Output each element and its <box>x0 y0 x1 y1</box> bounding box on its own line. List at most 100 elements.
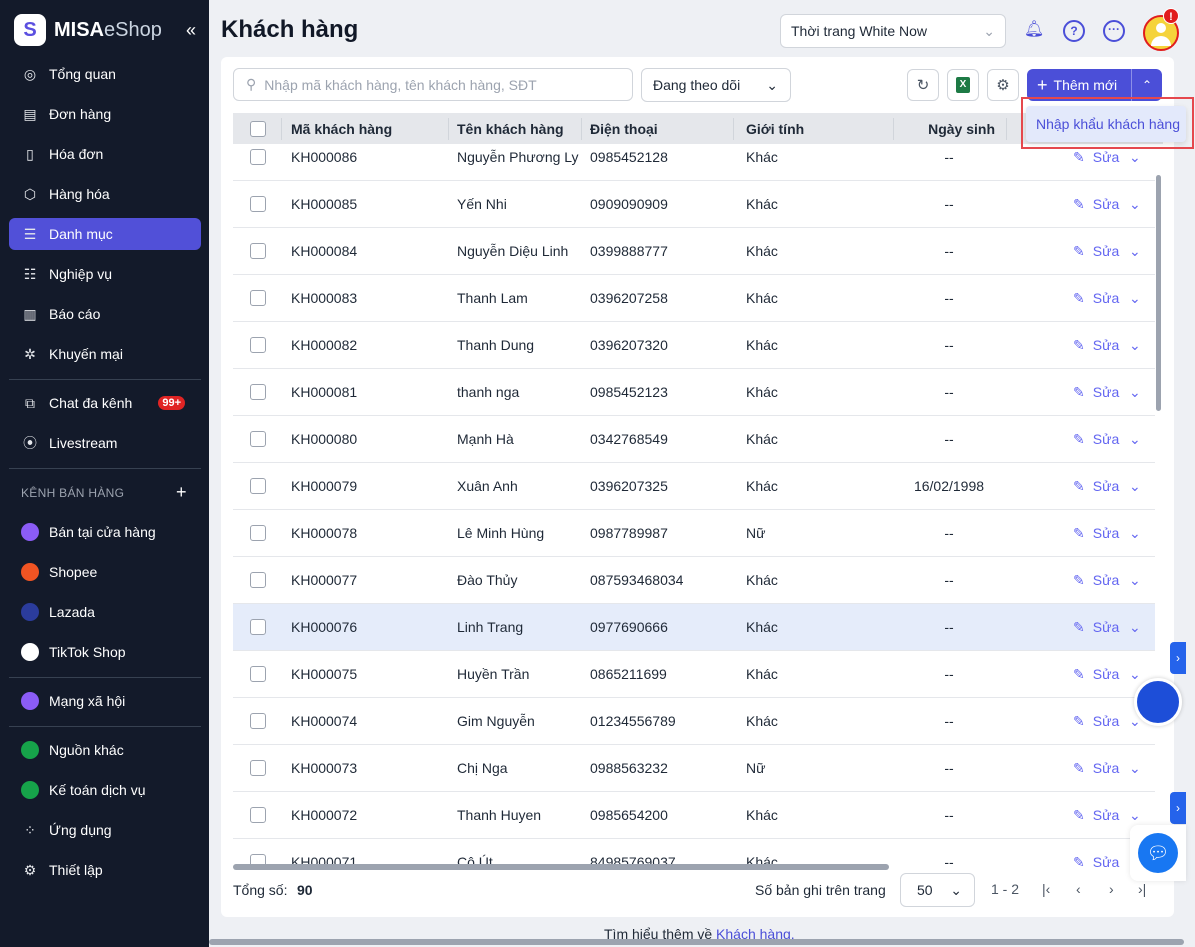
sidebar-item-chat[interactable]: ⧉ Chat đa kênh 99+ <box>9 387 201 419</box>
expand-panel-icon[interactable]: › <box>1170 792 1186 824</box>
col-birthday[interactable]: Ngày sinh <box>893 113 995 144</box>
table-row[interactable]: KH000085 Yến Nhi 0909090909 Khác -- ✎ Sửa ⌄ <box>233 181 1155 228</box>
col-name[interactable]: Tên khách hàng <box>457 113 564 144</box>
logo[interactable]: S MISAeShop <box>14 14 162 46</box>
sidebar-item-channel-2[interactable]: Lazada <box>9 596 201 628</box>
sidebar-item-main-0[interactable]: ◎ Tổng quan <box>9 58 201 90</box>
sidebar-item-other-0[interactable]: Nguồn khác <box>9 734 201 766</box>
col-phone[interactable]: Điện thoại <box>590 113 658 144</box>
assistant-bot-icon[interactable] <box>1134 678 1182 726</box>
col-gender[interactable]: Giới tính <box>746 113 804 144</box>
row-checkbox[interactable] <box>250 322 266 368</box>
row-checkbox[interactable] <box>250 698 266 744</box>
horizontal-scrollbar[interactable] <box>233 864 889 870</box>
bell-icon[interactable]: 🔔︎ <box>1023 20 1045 42</box>
row-menu-chevron-icon[interactable]: ⌄ <box>1129 228 1141 274</box>
sidebar-item-main-3[interactable]: ⬡ Hàng hóa <box>9 178 201 210</box>
row-checkbox[interactable] <box>250 416 266 462</box>
status-filter[interactable]: Đang theo dõi ⌄ <box>641 68 791 102</box>
expand-panel-icon[interactable]: › <box>1170 642 1186 674</box>
edit-button[interactable]: ✎ Sửa <box>1073 557 1119 603</box>
sidebar-item-channel-3[interactable]: TikTok Shop <box>9 636 201 668</box>
vertical-scrollbar[interactable] <box>1156 175 1161 411</box>
row-menu-chevron-icon[interactable]: ⌄ <box>1129 557 1141 603</box>
sidebar-item-channel-0[interactable]: Bán tại cửa hàng <box>9 516 201 548</box>
sidebar-item-main-4[interactable]: ☰ Danh mục <box>9 218 201 250</box>
table-row[interactable]: KH000074 Gim Nguyễn 01234556789 Khác -- ✎ Sửa ⌄ <box>233 698 1155 745</box>
table-row[interactable]: KH000082 Thanh Dung 0396207320 Khác -- ✎ Sửa ⌄ <box>233 322 1155 369</box>
edit-button[interactable]: ✎ Sửa <box>1073 510 1119 556</box>
select-all-checkbox[interactable] <box>250 113 266 144</box>
sidebar-item-main-1[interactable]: ▤ Đơn hàng <box>9 98 201 130</box>
table-row[interactable]: KH000079 Xuân Anh 0396207325 Khác 16/02/1998… <box>233 463 1155 510</box>
search-input[interactable]: ⚲ Nhập mã khách hàng, tên khách hàng, SĐT <box>233 68 633 101</box>
sidebar-item-main-6[interactable]: ▥ Báo cáo <box>9 298 201 330</box>
sidebar-item-main-5[interactable]: ☷ Nghiệp vụ <box>9 258 201 290</box>
table-row[interactable]: KH000076 Linh Trang 0977690666 Khác -- ✎ Sửa ⌄ <box>233 604 1155 651</box>
edit-button[interactable]: ✎ Sửa <box>1073 604 1119 650</box>
row-checkbox[interactable] <box>250 181 266 227</box>
table-row[interactable]: KH000080 Mạnh Hà 0342768549 Khác -- ✎ Sửa ⌄ <box>233 416 1155 463</box>
more-icon[interactable]: ··· <box>1103 20 1125 42</box>
sidebar-item-other-2[interactable]: ⁘ Ứng dụng <box>9 814 201 846</box>
row-menu-chevron-icon[interactable]: ⌄ <box>1129 604 1141 650</box>
table-row[interactable]: KH000083 Thanh Lam 0396207258 Khác -- ✎ Sửa ⌄ <box>233 275 1155 322</box>
table-row[interactable]: KH000081 thanh nga 0985452123 Khác -- ✎ Sửa ⌄ <box>233 369 1155 416</box>
edit-button[interactable]: ✎ Sửa <box>1073 275 1119 321</box>
edit-button[interactable]: ✎ Sửa <box>1073 792 1119 838</box>
edit-button[interactable]: ✎ Sửa <box>1073 463 1119 509</box>
row-menu-chevron-icon[interactable]: ⌄ <box>1129 463 1141 509</box>
table-row[interactable]: KH000077 Đào Thủy 087593468034 Khác -- ✎ Sửa ⌄ <box>233 557 1155 604</box>
sidebar-item-main-2[interactable]: ▯ Hóa đơn <box>9 138 201 170</box>
row-menu-chevron-icon[interactable]: ⌄ <box>1129 181 1141 227</box>
collapse-sidebar-icon[interactable]: « <box>186 20 196 41</box>
row-checkbox[interactable] <box>250 463 266 509</box>
row-menu-chevron-icon[interactable]: ⌄ <box>1129 144 1141 180</box>
table-row[interactable]: KH000072 Thanh Huyen 0985654200 Khác -- ✎ Sửa ⌄ <box>233 792 1155 839</box>
row-checkbox[interactable] <box>250 651 266 697</box>
table-row[interactable]: KH000084 Nguyễn Diệu Linh 0399888777 Khác --… <box>233 228 1155 275</box>
col-code[interactable]: Mã khách hàng <box>291 113 392 144</box>
edit-button[interactable]: ✎ Sửa <box>1073 745 1119 791</box>
edit-button[interactable]: ✎ Sửa <box>1073 322 1119 368</box>
store-select[interactable]: Thời trang White Now ⌄ <box>780 14 1006 48</box>
refresh-button[interactable]: ↻ <box>907 69 939 101</box>
help-icon[interactable]: ? <box>1063 20 1085 42</box>
row-menu-chevron-icon[interactable]: ⌄ <box>1129 745 1141 791</box>
edit-button[interactable]: ✎ Sửa <box>1073 181 1119 227</box>
sidebar-item-main-7[interactable]: ✲ Khuyến mại <box>9 338 201 370</box>
row-checkbox[interactable] <box>250 792 266 838</box>
row-checkbox[interactable] <box>250 228 266 274</box>
table-row[interactable]: KH000086 Nguyễn Phương Ly 0985452128 Khác --… <box>233 144 1155 181</box>
row-checkbox[interactable] <box>250 745 266 791</box>
sidebar-item-other-1[interactable]: Kế toán dịch vụ <box>9 774 201 806</box>
row-menu-chevron-icon[interactable]: ⌄ <box>1129 322 1141 368</box>
export-excel-button[interactable]: X <box>947 69 979 101</box>
row-menu-chevron-icon[interactable]: ⌄ <box>1129 369 1141 415</box>
add-main[interactable]: + Thêm mới <box>1027 75 1131 96</box>
sidebar-item-other-3[interactable]: ⚙ Thiết lập <box>9 854 201 886</box>
prev-page-icon[interactable]: ‹ <box>1076 881 1081 897</box>
last-page-icon[interactable]: ›| <box>1138 881 1146 897</box>
row-menu-chevron-icon[interactable]: ⌄ <box>1129 275 1141 321</box>
edit-button[interactable]: ✎ Sửa <box>1073 651 1119 697</box>
row-checkbox[interactable] <box>250 144 266 180</box>
edit-button[interactable]: ✎ Sửa <box>1073 839 1119 869</box>
edit-button[interactable]: ✎ Sửa <box>1073 416 1119 462</box>
chat-support-button[interactable]: 💬︎ <box>1130 825 1186 881</box>
add-channel-icon[interactable]: + <box>176 482 187 503</box>
row-checkbox[interactable] <box>250 510 266 556</box>
next-page-icon[interactable]: › <box>1109 881 1114 897</box>
settings-button[interactable]: ⚙ <box>987 69 1019 101</box>
per-page-select[interactable]: 50 ⌄ <box>900 873 975 907</box>
table-row[interactable]: KH000075 Huyền Trần 0865211699 Khác -- ✎ Sửa ⌄ <box>233 651 1155 698</box>
table-row[interactable]: KH000073 Chị Nga 0988563232 Nữ -- ✎ Sửa ⌄ <box>233 745 1155 792</box>
sidebar-item-livestream[interactable]: ⦿ Livestream <box>9 427 201 459</box>
first-page-icon[interactable]: |‹ <box>1042 881 1050 897</box>
row-checkbox[interactable] <box>250 557 266 603</box>
row-menu-chevron-icon[interactable]: ⌄ <box>1129 510 1141 556</box>
sidebar-item-channel-1[interactable]: Shopee <box>9 556 201 588</box>
table-row[interactable]: KH000078 Lê Minh Hùng 0987789987 Nữ -- ✎ Sửa ⌄ <box>233 510 1155 557</box>
row-menu-chevron-icon[interactable]: ⌄ <box>1129 416 1141 462</box>
row-checkbox[interactable] <box>250 275 266 321</box>
